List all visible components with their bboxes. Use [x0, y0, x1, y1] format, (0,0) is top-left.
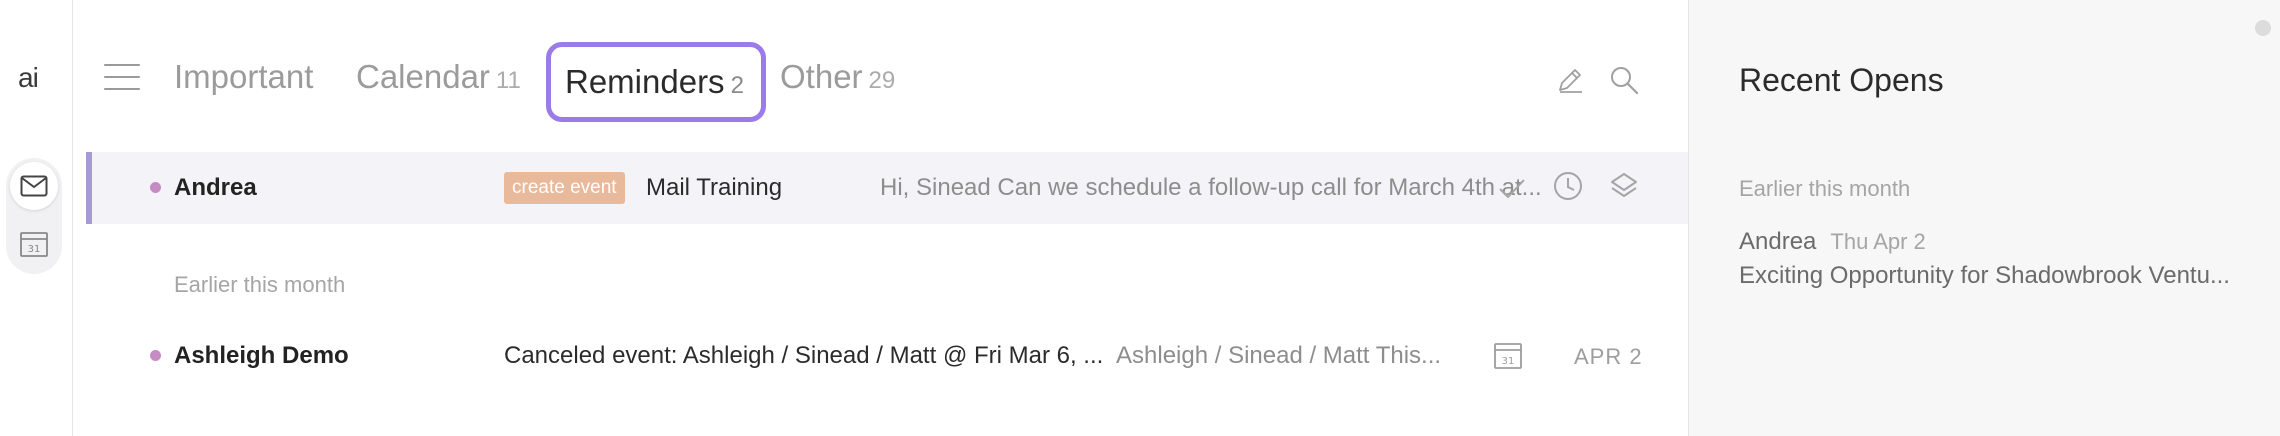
recent-opens-panel: Recent Opens Earlier this month Andrea Th…	[1688, 0, 2280, 436]
tab-label: Reminders	[565, 63, 725, 100]
calendar-day-number: 31	[28, 244, 41, 255]
calendar-icon: 31	[20, 232, 48, 257]
mail-list-panel: Important Calendar 11 Reminders 2 Other 29 …	[74, 0, 1688, 436]
unread-dot	[150, 350, 161, 361]
app-logo: ai	[18, 62, 39, 93]
tab-calendar[interactable]: Calendar 11	[356, 58, 521, 96]
left-rail: ai 31	[0, 0, 73, 436]
email-snippet[interactable]: Ashleigh / Sinead / Matt This...	[1116, 342, 1456, 370]
email-snippet[interactable]: Hi, Sinead Can we schedule a follow-up c…	[880, 174, 1548, 202]
clock-icon[interactable]	[1552, 170, 1584, 202]
calendar-view-button[interactable]: 31	[10, 220, 58, 268]
search-icon[interactable]	[1608, 64, 1640, 96]
tab-reminders[interactable]: Reminders 2	[546, 42, 766, 122]
check-icon[interactable]	[1496, 172, 1528, 204]
top-bar: Important Calendar 11 Reminders 2 Other 29	[74, 0, 1688, 150]
pencil-icon[interactable]	[1554, 64, 1586, 96]
tab-label: Other	[780, 58, 863, 95]
layers-icon[interactable]	[1608, 170, 1640, 202]
tab-important[interactable]: Important	[174, 58, 313, 96]
mail-icon	[20, 175, 48, 197]
recent-open-date: Thu Apr 2	[1830, 229, 1926, 254]
tab-count: 2	[730, 72, 744, 99]
tab-other[interactable]: Other 29	[780, 58, 895, 96]
tab-label: Calendar	[356, 58, 490, 95]
email-sender[interactable]: Andrea	[174, 174, 257, 202]
email-subject[interactable]: Mail Training	[646, 174, 866, 202]
section-heading: Earlier this month	[1739, 176, 1911, 201]
calendar-day-number: 31	[1502, 356, 1515, 367]
panel-title: Recent Opens	[1739, 62, 1944, 98]
section-heading: Earlier this month	[174, 272, 346, 297]
mail-view-button[interactable]	[10, 162, 58, 210]
email-subject[interactable]: Canceled event: Ashleigh / Sinead / Matt…	[504, 342, 1170, 370]
menu-icon[interactable]	[104, 64, 140, 90]
calendar-icon: 31	[1494, 343, 1522, 369]
recent-open-sender: Andrea	[1739, 228, 1817, 255]
status-dot	[2255, 20, 2271, 36]
tab-count: 29	[868, 67, 896, 94]
email-sender[interactable]: Ashleigh Demo	[174, 342, 349, 370]
tab-count: 11	[495, 67, 521, 94]
recent-open-subject: Exciting Opportunity for Shadowbrook Ven…	[1739, 262, 2230, 289]
email-date: APR 2	[1574, 344, 1643, 369]
unread-dot	[150, 182, 161, 193]
recent-open-item[interactable]: Andrea Thu Apr 2 Exciting Opportunity for…	[1739, 228, 2269, 290]
create-event-badge[interactable]: create event	[504, 172, 625, 204]
tab-label: Important	[174, 58, 314, 95]
